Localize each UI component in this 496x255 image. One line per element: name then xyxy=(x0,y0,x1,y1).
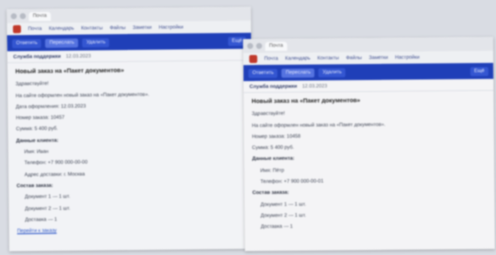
message-line: Состав заказа: xyxy=(252,190,289,197)
menu-item[interactable]: Заметки xyxy=(369,55,388,61)
minimize-dot-icon[interactable] xyxy=(256,42,263,49)
message-line: Документ 1 — 1 шт. xyxy=(24,193,71,201)
message-line: Документ 2 — 1 шт. xyxy=(24,205,71,212)
forward-button[interactable]: Переслать xyxy=(281,67,315,78)
message-line: Адрес доставки: г. Москва xyxy=(24,171,85,178)
message-line: Здравствуйте! xyxy=(251,111,285,118)
menu-item[interactable]: Почта xyxy=(28,26,42,32)
message-lines: Здравствуйте! На сайте оформлен новый зак… xyxy=(252,108,487,231)
browser-tab[interactable]: Почта xyxy=(265,41,288,51)
close-dot-icon[interactable] xyxy=(247,43,254,50)
message-line: Имя: Пётр xyxy=(260,167,285,174)
app-logo-icon[interactable] xyxy=(12,25,21,34)
minimize-dot-icon[interactable] xyxy=(19,13,26,20)
reply-button[interactable]: Ответить xyxy=(12,38,42,48)
menu-item[interactable]: Календарь xyxy=(285,56,310,62)
message-line: Данные клиента: xyxy=(16,137,59,144)
message-line: Доставка — 1 xyxy=(260,223,293,231)
reply-button[interactable]: Ответить xyxy=(248,68,278,78)
message-line: Состав заказа: xyxy=(16,182,54,190)
more-button[interactable]: Ещё xyxy=(470,66,489,76)
message-line: Документ 2 — 1 шт. xyxy=(260,212,307,219)
message-lines: Здравствуйте! На сайте оформлен новый зак… xyxy=(15,78,245,236)
message-line: Доставка — 1 xyxy=(24,216,58,223)
browser-tab[interactable]: Почта xyxy=(28,11,51,21)
message-line: Имя: Иван xyxy=(24,148,49,156)
menu-item[interactable]: Файлы xyxy=(346,55,362,61)
message-line: Телефон: +7 900 000-00-00 xyxy=(24,159,88,167)
message-body: Новый заказ на «Пакет документов» Здравс… xyxy=(244,91,495,240)
message-line: Номер заказа: 10458 xyxy=(251,133,301,140)
message-subject: Новый заказ на «Пакет документов» xyxy=(251,98,361,106)
message-line: Данные клиента: xyxy=(252,156,295,163)
menu-item[interactable]: Контакты xyxy=(81,25,103,31)
message-body: Новый заказ на «Пакет документов» Здравс… xyxy=(7,61,253,244)
message-subject: Новый заказ на «Пакет документов» xyxy=(15,68,125,76)
message-line: Сумма: 5 400 руб. xyxy=(252,144,294,152)
menu-item[interactable]: Заметки xyxy=(133,25,152,31)
app-logo-icon[interactable] xyxy=(249,54,258,64)
menu-item[interactable]: Файлы xyxy=(110,25,126,31)
sender-name[interactable]: Служба поддержки xyxy=(249,83,297,89)
email-window-right: Почта Почта Календарь Контакты Файлы Зам… xyxy=(243,36,495,252)
message-line: Дата оформления: 12.03.2023 xyxy=(15,103,86,111)
sender-name[interactable]: Служба поддержки xyxy=(13,53,61,59)
message-line: Документ 1 — 1 шт. xyxy=(260,201,306,208)
email-window-left: Почта Почта Календарь Контакты Файлы Зам… xyxy=(6,6,254,252)
menu-item[interactable]: Настройки xyxy=(395,55,420,61)
close-dot-icon[interactable] xyxy=(10,13,17,20)
menu-item[interactable]: Почта xyxy=(264,56,278,62)
message-date: 12.03.2023 xyxy=(65,52,91,60)
message-line: На сайте оформлен новый заказ на «Пакет … xyxy=(15,91,150,99)
delete-button[interactable]: Удалить xyxy=(318,67,346,77)
message-line: Сумма: 5 400 руб. xyxy=(15,126,58,133)
message-line: Здравствуйте! xyxy=(15,81,49,88)
message-date: 12.03.2023 xyxy=(302,82,328,90)
order-link[interactable]: Перейти к заказу xyxy=(17,225,245,236)
delete-button[interactable]: Удалить xyxy=(82,37,110,47)
menu-item[interactable]: Настройки xyxy=(159,24,184,30)
message-line: Номер заказа: 10457 xyxy=(15,114,65,122)
menu-item[interactable]: Календарь xyxy=(49,26,74,32)
message-line: На сайте оформлен новый заказ на «Пакет … xyxy=(251,121,386,129)
forward-button[interactable]: Переслать xyxy=(45,38,79,48)
message-line: Телефон: +7 900 000-00-01 xyxy=(260,178,324,186)
menu-item[interactable]: Контакты xyxy=(317,55,339,61)
